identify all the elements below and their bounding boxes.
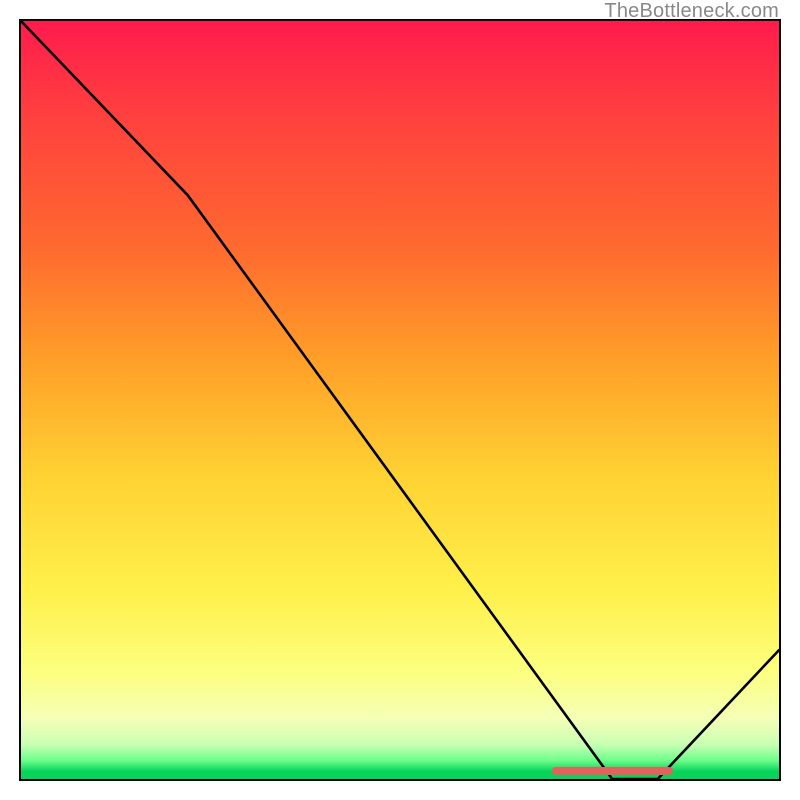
bottleneck-curve-svg [21,21,779,779]
chart-stage: TheBottleneck.com [0,0,800,800]
optimal-range-marker [552,767,673,775]
plot-area [19,19,781,781]
bottleneck-curve-path [21,21,779,779]
